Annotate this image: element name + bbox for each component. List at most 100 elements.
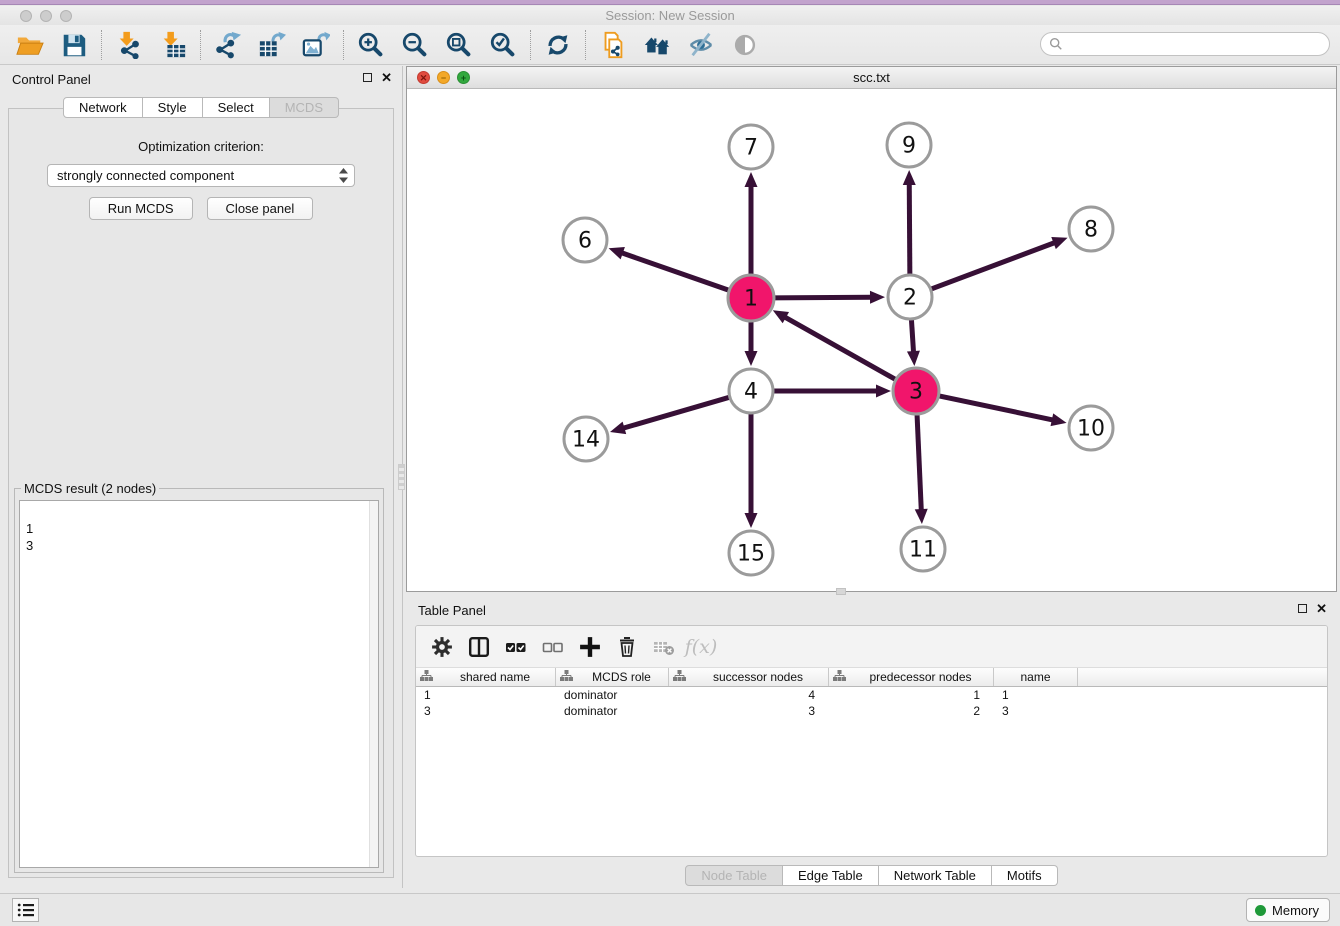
zoom-in-icon[interactable] [356, 30, 386, 60]
toolbar-separator [585, 30, 586, 60]
optimization-criterion-select[interactable]: strongly connected component [47, 164, 355, 187]
network-title: scc.txt [407, 70, 1336, 85]
chevron-updown-icon [339, 168, 348, 189]
app-titlebar: Session: New Session [0, 6, 1340, 25]
memory-label: Memory [1272, 903, 1319, 918]
tab-edge-table[interactable]: Edge Table [783, 865, 879, 886]
export-image-icon[interactable] [301, 30, 331, 60]
float-table-panel-icon[interactable] [1298, 604, 1307, 613]
table-cell[interactable]: dominator [556, 703, 669, 719]
close-panel-icon[interactable]: ✕ [381, 73, 392, 82]
tab-select[interactable]: Select [203, 97, 270, 118]
edge-arrowhead [1051, 237, 1067, 249]
save-icon[interactable] [59, 30, 89, 60]
control-panel-title: Control Panel [12, 72, 91, 87]
import-table-icon[interactable] [158, 30, 188, 60]
vertical-splitter-handle[interactable] [398, 464, 405, 490]
table-cell[interactable]: dominator [556, 687, 669, 703]
network-window-titlebar[interactable]: ✕ − + scc.txt [407, 67, 1336, 89]
edge-arrowhead [915, 509, 928, 524]
close-panel-button[interactable]: Close panel [207, 197, 314, 220]
column-label: predecessor nodes [852, 670, 989, 684]
mcds-panel: Optimization criterion: strongly connect… [8, 108, 394, 878]
memory-button[interactable]: Memory [1246, 898, 1330, 922]
zoom-fit-icon[interactable] [444, 30, 474, 60]
tab-network-table[interactable]: Network Table [879, 865, 992, 886]
table-cell[interactable]: 3 [416, 703, 556, 719]
toolbar-separator [200, 30, 201, 60]
graph-edge-2-9[interactable] [909, 183, 910, 277]
graph-edge-2-3[interactable] [911, 317, 913, 353]
graph-edge-3-1[interactable] [784, 317, 898, 382]
import-network-icon[interactable] [114, 30, 144, 60]
clone-network-icon[interactable] [598, 30, 628, 60]
tab-network[interactable]: Network [63, 97, 143, 118]
graph-edge-1-2[interactable] [771, 297, 872, 298]
graph-node-label: 2 [903, 286, 917, 311]
delete-column-icon[interactable] [613, 633, 641, 661]
edge-arrowhead [870, 291, 885, 304]
node-table-container: f(x) shared name MCDS role successor nodes… [415, 625, 1328, 857]
status-bar: Memory [0, 893, 1340, 926]
graph-edge-2-8[interactable] [929, 242, 1056, 290]
column-header-successor-nodes[interactable]: successor nodes [669, 668, 829, 686]
table-row[interactable]: 3dominator323 [416, 703, 1327, 719]
graph-edge-1-6[interactable] [621, 253, 732, 292]
open-icon[interactable] [15, 30, 45, 60]
run-mcds-button[interactable]: Run MCDS [89, 197, 193, 220]
unselect-all-icon[interactable] [539, 633, 567, 661]
refresh-icon[interactable] [543, 30, 573, 60]
column-label: MCDS role [579, 670, 664, 684]
control-panel: Control Panel ✕ NetworkStyleSelectMCDS O… [0, 66, 403, 888]
table-cell[interactable]: 3 [994, 703, 1078, 719]
gear-icon[interactable] [428, 633, 456, 661]
mcds-result-textarea[interactable]: 1 3 [19, 500, 379, 868]
dropdown-value: strongly connected component [57, 168, 234, 183]
graph-edge-3-11[interactable] [917, 411, 921, 511]
graph-node-label: 8 [1084, 218, 1098, 243]
table-row[interactable]: 1dominator411 [416, 687, 1327, 703]
table-panel-tabs: Node TableEdge TableNetwork TableMotifs [406, 865, 1337, 886]
table-cell[interactable]: 3 [669, 703, 829, 719]
graph-node-label: 7 [744, 136, 758, 161]
close-table-panel-icon[interactable]: ✕ [1316, 604, 1327, 613]
graph-edge-4-14[interactable] [622, 397, 731, 429]
horizontal-splitter-handle[interactable] [836, 588, 846, 595]
graph-node-label: 11 [909, 538, 937, 563]
search-input[interactable] [1040, 32, 1330, 56]
graph-edge-3-10[interactable] [936, 395, 1054, 420]
tab-motifs[interactable]: Motifs [992, 865, 1058, 886]
tab-style[interactable]: Style [143, 97, 203, 118]
column-label: name [998, 670, 1073, 684]
function-icon: f(x) [687, 633, 715, 661]
table-panel-title: Table Panel [418, 603, 486, 618]
task-history-button[interactable] [12, 898, 39, 922]
column-header-shared-name[interactable]: shared name [416, 668, 556, 686]
column-header-MCDS-role[interactable]: MCDS role [556, 668, 669, 686]
hide-selected-icon[interactable] [686, 30, 716, 60]
export-network-icon[interactable] [213, 30, 243, 60]
export-table-icon[interactable] [257, 30, 287, 60]
mcds-result-text: 1 3 [26, 521, 33, 553]
first-neighbors-icon[interactable] [642, 30, 672, 60]
show-all-icon[interactable] [730, 30, 760, 60]
columns-icon[interactable] [465, 633, 493, 661]
tab-mcds[interactable]: MCDS [270, 97, 339, 118]
zoom-selected-icon[interactable] [488, 30, 518, 60]
network-canvas[interactable]: 7968124314101511 [407, 89, 1336, 591]
zoom-out-icon[interactable] [400, 30, 430, 60]
table-cell[interactable]: 1 [829, 687, 994, 703]
table-cell[interactable]: 4 [669, 687, 829, 703]
result-scrollbar[interactable] [369, 501, 378, 867]
column-header-predecessor-nodes[interactable]: predecessor nodes [829, 668, 994, 686]
column-header-name[interactable]: name [994, 668, 1078, 686]
table-cell[interactable]: 1 [994, 687, 1078, 703]
column-type-icon [673, 670, 692, 685]
table-cell[interactable]: 1 [416, 687, 556, 703]
float-panel-icon[interactable] [363, 73, 372, 82]
table-cell[interactable]: 2 [829, 703, 994, 719]
tab-node-table[interactable]: Node Table [685, 865, 783, 886]
edge-arrowhead [1051, 413, 1067, 426]
select-all-icon[interactable] [502, 633, 530, 661]
add-column-icon[interactable] [576, 633, 604, 661]
